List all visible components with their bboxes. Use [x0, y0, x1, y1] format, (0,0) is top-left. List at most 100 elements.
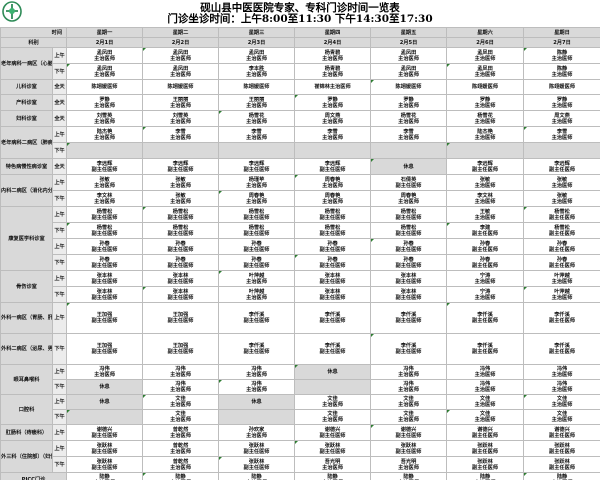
doctor-cell: 孙春 副主任医师 [294, 238, 372, 255]
doctor-cell: 李仟溪 副主任医师 [523, 333, 600, 365]
doctor-cell: 陈翊媛医师 [218, 79, 296, 95]
doctor-cell: 李仟溪 副主任医师 [446, 302, 525, 334]
schedule-row: 外科一病区（胃肠、肝胆、脑血）上午王加强 副主任医师王加强 副主任医师李仟溪 副… [0, 302, 600, 334]
period-cell: 下午 [51, 63, 68, 80]
doctor-cell: 张跃林 副主任医师 [446, 440, 525, 457]
doctor-cell: 冯伟 主治医师 [370, 364, 448, 380]
doctor-cell [523, 142, 600, 159]
doctor-cell: 罗静 主治医师 [66, 94, 144, 111]
doctor-cell: 冯伟 主治医师 [142, 379, 220, 395]
doctor-cell: 罗静 主治医师 [294, 94, 372, 111]
doctor-cell: 张本林 副主任医师 [142, 270, 220, 287]
doctor-cell: 孙春 副主任医师 [446, 238, 525, 255]
period-cell: 下午 [51, 222, 68, 239]
doctor-cell: 孙春 副主任医师 [142, 238, 220, 255]
day-header: 星期一 [66, 27, 144, 38]
doctor-cell: 文佳 主治医师 [294, 409, 372, 425]
doctor-cell: 李仟溪 副主任医师 [446, 333, 525, 365]
doctor-cell: 孟凤田 主治医师 [66, 47, 144, 64]
period-cell: 全天 [51, 94, 68, 111]
schedule-row: 老年病科一病区（心脑病）上午孟凤田 主治医师孟凤田 主治医师孟凤田 主治医师杨青… [0, 47, 600, 80]
period-cell: 上午 [51, 364, 68, 380]
doctor-cell: 李仟溪 副主任医师 [523, 302, 600, 334]
doctor-cell: 刘雪英 主治医师 [66, 110, 144, 127]
doctor-cell: 周文燕 主治医师 [294, 110, 372, 127]
schedule-row: 下午 休息 冯伟 主治医师 冯伟 主治医师 冯伟 主治医师 冯伟 主治医师 冯伟 主治医师 [1, 379, 600, 395]
day-header: 星期六 [446, 27, 525, 38]
doctor-cell: 休息 [66, 379, 144, 395]
department-cell: PICC门诊 [0, 472, 68, 480]
doctor-cell: 休息 [218, 394, 296, 410]
doctor-cell: 杨雪松 副主任医师 [294, 206, 372, 223]
doctor-cell: 叶萍越 主治医师 [218, 270, 296, 287]
date-header: 2月6日 [446, 37, 525, 48]
doctor-cell: 李本胜 主治医师 [218, 63, 296, 80]
doctor-cell: 孙春 副主任医师 [370, 254, 448, 271]
doctor-cell: 陈翊媛医师 [142, 79, 220, 95]
header-row-days: 时间 星期一 星期二 星期三 星期四 星期五 星期六 星期日 [0, 27, 600, 38]
doctor-cell: 李仟溪 副主任医师 [294, 302, 372, 334]
doctor-cell: 冯伟 主治医师 [523, 364, 600, 380]
doctor-cell [370, 142, 448, 159]
doctor-cell: 张本林 副主任医师 [66, 270, 144, 287]
doctor-cell: 冯伟 主治医师 [446, 364, 525, 380]
doctor-cell: 陆静 主治医师 [66, 472, 144, 480]
doctor-cell: 杨雪松 副主任医师 [523, 222, 600, 239]
doctor-cell: 罗静 主治医师 [523, 94, 600, 111]
doctor-cell: 张本林 副主任医师 [294, 286, 372, 303]
doctor-cell: 陆静 主治医师 [523, 472, 600, 480]
doctor-cell [142, 142, 220, 159]
doctor-cell: 王敏 主治医师 [446, 206, 525, 223]
time-header: 时间 [0, 27, 68, 38]
doctor-cell: 王加强 副主任医师 [142, 333, 220, 365]
doctor-cell: 张跃林 副主任医师 [294, 440, 372, 457]
doctor-cell: 休息 [294, 364, 372, 380]
doctor-cell: 杨雪松 副主任医师 [66, 206, 144, 223]
day-header: 星期四 [294, 27, 372, 38]
period-cell: 上午 [51, 270, 68, 287]
doctor-cell: 冯伟 主治医师 [370, 379, 448, 395]
doctor-cell: 张跃林 副主任医师 [66, 440, 144, 457]
doctor-cell [446, 142, 525, 159]
schedule-row: 下午 杨雪松 副主任医师 杨雪松 副主任医师 杨雪松 副主任医师 杨雪松 副主任医师 杨雪… [1, 222, 600, 239]
period-cell: 上午 [51, 126, 68, 143]
schedule-page: 砚山县中医医院专家、专科门诊时间一览表 门诊坐诊时间：上午8:00至11:30 … [0, 0, 600, 480]
day-header: 星期二 [142, 27, 220, 38]
doctor-cell: 杨雪松 副主任医师 [142, 222, 220, 239]
doctor-cell: 叶萍越 主治医师 [523, 286, 600, 303]
doctor-cell: 宁涛 主治医师 [446, 286, 525, 303]
doctor-cell: 文佳 主治医师 [523, 409, 600, 425]
day-header: 星期日 [523, 27, 600, 38]
doctor-cell: 罗静 主治医师 [370, 94, 448, 111]
doctor-cell: 李远辉 副主任医师 [218, 158, 296, 175]
date-header: 2月4日 [294, 37, 372, 48]
doctor-cell: 周春艳 主治医师 [294, 190, 372, 207]
period-cell: 下午 [51, 409, 68, 425]
doctor-cell: 文佳 主治医师 [446, 409, 525, 425]
doctor-cell: 李仟溪 副主任医师 [218, 302, 296, 334]
doctor-cell: 杨雪松 副主任医师 [294, 222, 372, 239]
schedule-row: 下午 李文林 主治医师 张敏 主治医师 周春艳 主治医师 周春艳 主治医师 周春艳 主治医… [1, 190, 600, 207]
page-subtitle: 门诊坐诊时间：上午8:00至11:30 下午14:30至17:30 [167, 13, 433, 25]
department-cell: 康复医学科诊室 [0, 206, 53, 271]
doctor-cell: 孟凤田 主治医师 [142, 47, 220, 64]
doctor-cell: 孟凤田 主治医师 [446, 47, 525, 64]
doctor-cell: 孟凤田 主治医师 [370, 63, 448, 80]
doctor-cell: 文佳 主治医师 [523, 394, 600, 410]
doctor-cell: 陆杰艳 主治医师 [446, 126, 525, 143]
doctor-cell: 叶萍越 主治医师 [523, 270, 600, 287]
doctor-cell: 张跃林 副主任医师 [66, 456, 144, 473]
doctor-cell: 杨雪花 主治医师 [370, 110, 448, 127]
doctor-cell: 李雪 主治医师 [294, 126, 372, 143]
period-cell: 下午 [51, 379, 68, 395]
doctor-cell: 冯伟 主治医师 [446, 379, 525, 395]
doctor-cell: 休息 [66, 394, 144, 410]
schedule-row: 特色病慢性病诊室 全天 李远辉 副主任医师 李远辉 副主任医师 李远辉 副主任医师 李远辉… [0, 158, 600, 175]
period-cell: 上午 [51, 424, 68, 441]
doctor-cell: 孙春 副主任医师 [66, 254, 144, 271]
doctor-cell: 文佳 主治医师 [446, 394, 525, 410]
dept-header: 科别 [0, 37, 68, 48]
doctor-cell: 杨青碧 主治医师 [294, 47, 372, 64]
doctor-cell: 王丽丽 主治医师 [142, 94, 220, 111]
doctor-cell: 曾乾然 主治医师 [142, 456, 220, 473]
